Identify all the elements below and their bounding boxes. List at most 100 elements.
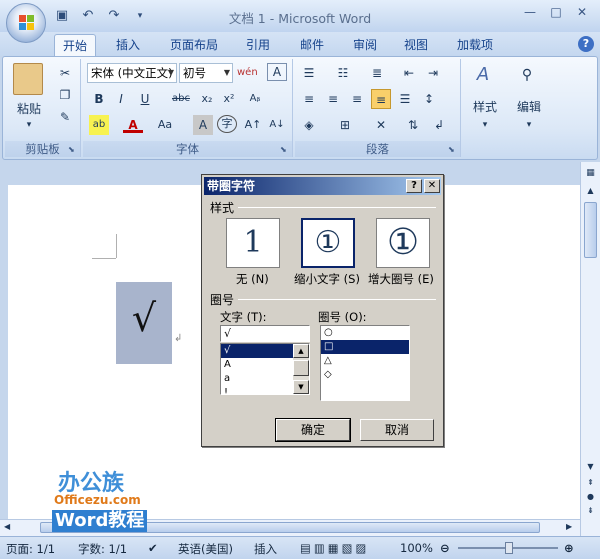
- clear-format-icon[interactable]: Aᵦ: [245, 89, 265, 109]
- char-shading-icon[interactable]: A: [193, 115, 213, 135]
- maximize-button[interactable]: □: [544, 4, 568, 22]
- sort-icon[interactable]: ⇅: [403, 115, 423, 135]
- show-marks-icon[interactable]: ↲: [429, 115, 449, 135]
- style-none-option[interactable]: 1: [226, 218, 280, 268]
- scroll-right-icon[interactable]: ▶: [566, 522, 572, 531]
- align-right-icon[interactable]: ≡: [347, 89, 367, 109]
- editing-group[interactable]: ⚲ 编辑 ▾: [507, 59, 551, 157]
- view-buttons-icon[interactable]: ▤▥▦▧▨: [300, 541, 369, 555]
- proofing-icon[interactable]: ✔: [148, 541, 158, 555]
- office-button[interactable]: [6, 3, 46, 43]
- align-left-icon[interactable]: ≡: [299, 89, 319, 109]
- scroll-down-icon[interactable]: ▼: [293, 380, 309, 394]
- scroll-up-icon[interactable]: ▲: [293, 344, 309, 358]
- page-count[interactable]: 页面: 1/1: [6, 541, 55, 557]
- list-item[interactable]: △: [321, 354, 409, 368]
- text-listbox[interactable]: √ A a ! ▲ ▼: [220, 343, 310, 395]
- italic-icon[interactable]: I: [111, 89, 131, 109]
- dialog-help-button[interactable]: ?: [406, 179, 422, 193]
- style-shrink-label[interactable]: 缩小文字 (S): [294, 271, 360, 287]
- tab-references[interactable]: 引用: [238, 34, 278, 56]
- change-case-icon[interactable]: Aa: [155, 115, 175, 135]
- line-spacing-icon[interactable]: ↕: [419, 89, 439, 109]
- multilevel-list-icon[interactable]: ≣: [367, 63, 387, 83]
- listbox-scrollbar[interactable]: ▲ ▼: [293, 344, 309, 394]
- tab-page-layout[interactable]: 页面布局: [162, 34, 226, 56]
- shading-icon[interactable]: ◈: [299, 115, 319, 135]
- copy-icon[interactable]: ❐: [55, 85, 75, 105]
- style-enlarge-option[interactable]: ①: [376, 218, 430, 268]
- char-border-icon[interactable]: A: [267, 63, 287, 81]
- tab-home[interactable]: 开始: [54, 34, 97, 56]
- font-size-combo[interactable]: 初号 ▼: [179, 63, 233, 83]
- language-indicator[interactable]: 英语(美国): [178, 541, 233, 557]
- subscript-icon[interactable]: x₂: [197, 89, 217, 109]
- highlight-icon[interactable]: ab: [89, 115, 109, 135]
- chinese-layout-icon[interactable]: ✕: [371, 115, 391, 135]
- cancel-button[interactable]: 取消: [360, 419, 434, 441]
- grow-font-icon[interactable]: A↑: [243, 115, 263, 135]
- list-item[interactable]: □: [321, 340, 409, 354]
- bullets-icon[interactable]: ☰: [299, 63, 319, 83]
- styles-group[interactable]: A 样式 ▾: [463, 59, 507, 157]
- dialog-close-button[interactable]: ✕: [424, 179, 440, 193]
- close-button[interactable]: ✕: [570, 4, 594, 22]
- scroll-up-icon[interactable]: ▲: [583, 186, 598, 198]
- cut-icon[interactable]: ✂: [55, 63, 75, 83]
- font-name-combo[interactable]: 宋体 (中文正文) ▼: [87, 63, 177, 83]
- enclose-listbox[interactable]: ○ □ △ ◇: [320, 325, 410, 401]
- superscript-icon[interactable]: x²: [219, 89, 239, 109]
- ruler-toggle-icon[interactable]: ▦: [583, 168, 598, 182]
- bold-icon[interactable]: B: [89, 89, 109, 109]
- list-item[interactable]: ◇: [321, 368, 409, 382]
- minimize-button[interactable]: —: [518, 4, 542, 22]
- justify-icon[interactable]: ≡: [371, 89, 391, 109]
- tab-mailings[interactable]: 邮件: [292, 34, 332, 56]
- tab-view[interactable]: 视图: [396, 34, 436, 56]
- increase-indent-icon[interactable]: ⇥: [423, 63, 443, 83]
- selected-character[interactable]: √: [116, 282, 172, 364]
- tab-review[interactable]: 审阅: [345, 34, 385, 56]
- vertical-scrollbar[interactable]: ▦ ▲ ▼ ⇞ ● ⇟: [580, 162, 600, 536]
- zoom-slider-thumb[interactable]: [505, 542, 513, 554]
- underline-icon[interactable]: U: [135, 89, 155, 109]
- font-color-icon[interactable]: A: [123, 115, 143, 133]
- phonetic-guide-icon[interactable]: wén: [237, 63, 258, 83]
- scroll-thumb[interactable]: [584, 202, 597, 258]
- tab-addins[interactable]: 加载项: [449, 34, 501, 56]
- align-center-icon[interactable]: ≡: [323, 89, 343, 109]
- style-enlarge-label[interactable]: 增大圈号 (E): [368, 271, 434, 287]
- style-none-label[interactable]: 无 (N): [236, 271, 269, 287]
- paste-icon[interactable]: [13, 63, 43, 95]
- ok-button[interactable]: 确定: [275, 418, 351, 442]
- zoom-level[interactable]: 100%: [400, 541, 433, 555]
- list-item[interactable]: ○: [321, 326, 409, 340]
- word-count[interactable]: 字数: 1/1: [78, 541, 127, 557]
- insert-mode[interactable]: 插入: [254, 541, 277, 557]
- paste-dropdown-icon[interactable]: ▾: [19, 115, 39, 135]
- tab-insert[interactable]: 插入: [108, 34, 148, 56]
- numbering-icon[interactable]: ☷: [333, 63, 353, 83]
- enclose-char-icon[interactable]: 字: [217, 115, 237, 133]
- browse-object-icon[interactable]: ●: [583, 492, 598, 504]
- scroll-left-icon[interactable]: ◀: [4, 522, 10, 531]
- format-painter-icon[interactable]: ✎: [55, 107, 75, 127]
- scroll-down-icon[interactable]: ▼: [583, 462, 598, 474]
- scroll-thumb[interactable]: [293, 360, 309, 376]
- shrink-font-icon[interactable]: A↓: [267, 115, 287, 135]
- next-page-icon[interactable]: ⇟: [583, 506, 598, 518]
- text-input[interactable]: √: [220, 325, 310, 342]
- zoom-out-icon[interactable]: ⊖: [440, 541, 450, 555]
- clipboard-launcher-icon[interactable]: ⬊: [68, 145, 78, 155]
- style-shrink-option[interactable]: ①: [301, 218, 355, 268]
- strikethrough-icon[interactable]: abc: [171, 89, 191, 109]
- prev-page-icon[interactable]: ⇞: [583, 478, 598, 490]
- distributed-icon[interactable]: ☰: [395, 89, 415, 109]
- zoom-in-icon[interactable]: ⊕: [564, 541, 574, 555]
- help-icon[interactable]: ?: [578, 36, 594, 52]
- borders-icon[interactable]: ⊞: [335, 115, 355, 135]
- font-launcher-icon[interactable]: ⬊: [280, 145, 290, 155]
- decrease-indent-icon[interactable]: ⇤: [399, 63, 419, 83]
- font-group: 宋体 (中文正文) ▼ 初号 ▼ wén A B I U abc x₂ x² Aᵦ …: [83, 59, 293, 157]
- paragraph-launcher-icon[interactable]: ⬊: [448, 145, 458, 155]
